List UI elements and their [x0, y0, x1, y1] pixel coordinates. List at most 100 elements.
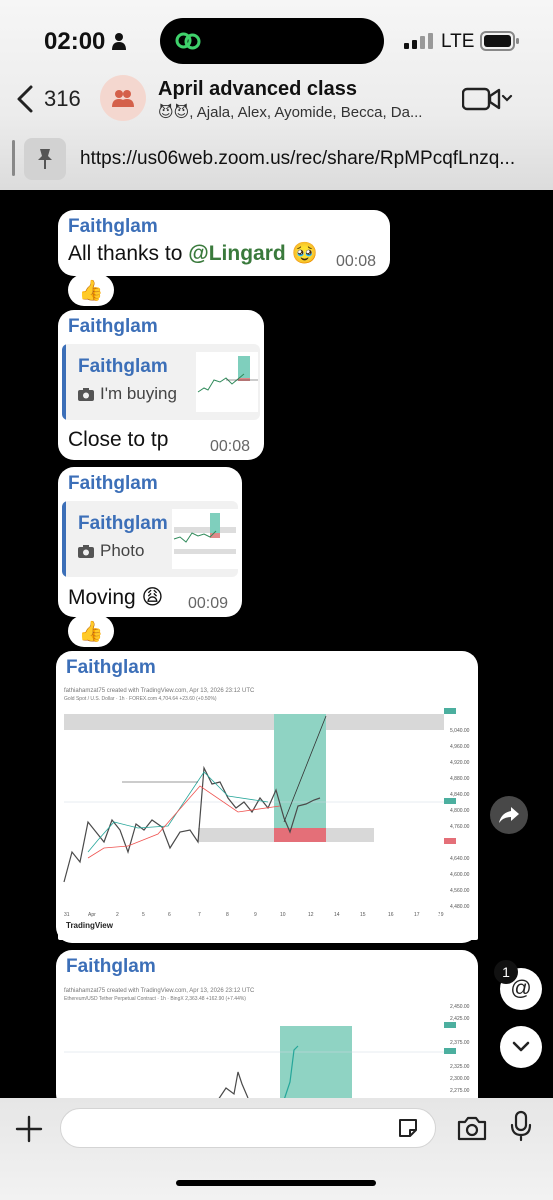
svg-text:Apr: Apr [88, 912, 96, 918]
chart-caption: fathiahamzat75 created with TradingView.… [64, 988, 255, 994]
message-time: 00:08 [336, 253, 377, 270]
svg-text:2,325.00: 2,325.00 [450, 1064, 470, 1070]
svg-text:2: 2 [116, 912, 119, 918]
svg-text:10: 10 [280, 912, 286, 918]
sender-name[interactable]: Faithglam [68, 473, 158, 495]
message-bubble[interactable]: Faithglam Faithglam Photo Moving 😩 00:09 [58, 467, 242, 617]
pinned-message-bar[interactable]: https://us06web.zoom.us/rec/share/RpMPcq… [0, 128, 553, 190]
pin-indicator [12, 140, 15, 176]
svg-text:4,920.00: 4,920.00 [450, 760, 470, 766]
svg-text:4,960.00: 4,960.00 [450, 744, 470, 750]
battery-icon [480, 31, 519, 51]
sticker-icon[interactable] [396, 1116, 420, 1140]
network-label: LTE [441, 31, 475, 52]
svg-text:4,840.00: 4,840.00 [450, 792, 470, 798]
image-time: 00:12 [423, 910, 466, 929]
pin-icon-box [24, 138, 66, 180]
top-area: 02:00 LTE 316 April advanced class 😈😈, A… [0, 0, 553, 190]
message-text-prefix: All thanks to [68, 242, 189, 265]
message-time: 00:09 [188, 595, 229, 612]
reply-text: Photo [100, 541, 145, 560]
camera-icon[interactable] [456, 1114, 488, 1142]
sender-name[interactable]: Faithglam [68, 316, 158, 338]
chart-image[interactable]: fathiahamzat75 created with TradingView.… [58, 684, 478, 940]
group-people-icon [112, 90, 134, 107]
video-call-icon[interactable] [462, 86, 514, 112]
chart-image[interactable]: fathiahamzat75 created with TradingView.… [58, 984, 478, 1100]
svg-text:2,450.00: 2,450.00 [450, 1004, 470, 1010]
signal-icon [404, 33, 433, 49]
svg-text:4,800.00: 4,800.00 [450, 808, 470, 814]
back-unread-count[interactable]: 316 [44, 86, 81, 112]
svg-text:4,560.00: 4,560.00 [450, 888, 470, 894]
message-bubble[interactable]: Faithglam Faithglam I'm buying Close to … [58, 310, 264, 460]
reaction-thumbs-up[interactable]: 👍 [68, 615, 114, 647]
status-time: 02:00 [44, 28, 106, 55]
message-bubble[interactable]: Faithglam All thanks to @Lingard 🥹 00:08 [58, 210, 390, 276]
chevron-down-icon [512, 1041, 530, 1052]
home-indicator [176, 1180, 376, 1186]
sender-name[interactable]: Faithglam [68, 216, 158, 238]
svg-text:2,275.00: 2,275.00 [450, 1088, 470, 1094]
reply-preview[interactable]: Faithglam I'm buying [62, 344, 260, 420]
reaction-thumbs-up[interactable]: 👍 [68, 274, 114, 306]
chart-caption: fathiahamzat75 created with TradingView.… [64, 688, 255, 694]
eth-chart-graphic: 2,475.002,450.002,425.00 2,375.002,325.0… [64, 1004, 470, 1100]
svg-text:4,640.00: 4,640.00 [450, 856, 470, 862]
pinned-url[interactable]: https://us06web.zoom.us/rec/share/RpMPcq… [80, 148, 540, 170]
message-text-suffix: 🥹 [285, 242, 318, 265]
tradingview-logo: TradingView [66, 921, 113, 930]
message-text: All thanks to @Lingard 🥹 [68, 242, 318, 266]
message-text: Moving 😩 [68, 586, 164, 609]
svg-text:4,760.00: 4,760.00 [450, 824, 470, 830]
svg-text:4,880.00: 4,880.00 [450, 776, 470, 782]
reply-text: I'm buying [100, 384, 177, 403]
attach-plus-icon[interactable] [14, 1114, 44, 1144]
gold-chart-graphic: 5,040.00 4,960.00 4,920.00 4,880.00 4,840.0… [63, 708, 470, 918]
share-arrow-icon [499, 807, 519, 823]
scroll-down-button[interactable] [500, 1026, 542, 1068]
reply-sender: Faithglam [78, 513, 168, 534]
group-avatar[interactable] [100, 75, 146, 121]
svg-text:2,425.00: 2,425.00 [450, 1016, 470, 1022]
chart-thumbnail [196, 352, 258, 412]
sender-name[interactable]: Faithglam [66, 657, 156, 679]
message-input-wrapper [60, 1108, 436, 1148]
svg-text:12: 12 [308, 912, 314, 918]
back-chevron-icon[interactable] [14, 84, 36, 114]
reply-bar [62, 344, 66, 420]
group-members[interactable]: 😈😈, Ajala, Alex, Ayomide, Becca, Da... [158, 103, 422, 121]
reply-subtitle: I'm buying [78, 384, 177, 404]
svg-text:7: 7 [198, 912, 201, 918]
svg-text:16: 16 [388, 912, 394, 918]
status-bar: 02:00 LTE [0, 0, 553, 80]
forward-button[interactable] [490, 796, 528, 834]
chart-thumbnail [172, 509, 238, 569]
svg-text:4,600.00: 4,600.00 [450, 872, 470, 878]
svg-text:8: 8 [226, 912, 229, 918]
svg-text:2,375.00: 2,375.00 [450, 1040, 470, 1046]
svg-text:6: 6 [168, 912, 171, 918]
reply-preview[interactable]: Faithglam Photo [62, 501, 238, 577]
svg-text:15: 15 [360, 912, 366, 918]
svg-text:17: 17 [414, 912, 420, 918]
svg-text:14: 14 [334, 912, 340, 918]
mention-link[interactable]: @Lingard [188, 242, 285, 265]
microphone-icon[interactable] [510, 1110, 532, 1142]
reply-sender: Faithglam [78, 356, 168, 377]
dynamic-island [160, 18, 384, 64]
sender-name[interactable]: Faithglam [66, 956, 156, 978]
svg-text:2,300.00: 2,300.00 [450, 1076, 470, 1082]
svg-text:31: 31 [64, 912, 70, 918]
person-icon [112, 33, 126, 50]
message-input[interactable] [75, 1109, 385, 1147]
camera-icon [78, 387, 94, 401]
message-time: 00:08 [210, 438, 251, 455]
svg-text:5: 5 [142, 912, 145, 918]
message-text: Close to tp [68, 428, 169, 451]
group-title[interactable]: April advanced class [158, 78, 357, 101]
link-app-icon [175, 32, 201, 50]
mention-count-badge: 1 [494, 960, 518, 984]
svg-text:5,040.00: 5,040.00 [450, 728, 470, 734]
svg-text:9: 9 [254, 912, 257, 918]
